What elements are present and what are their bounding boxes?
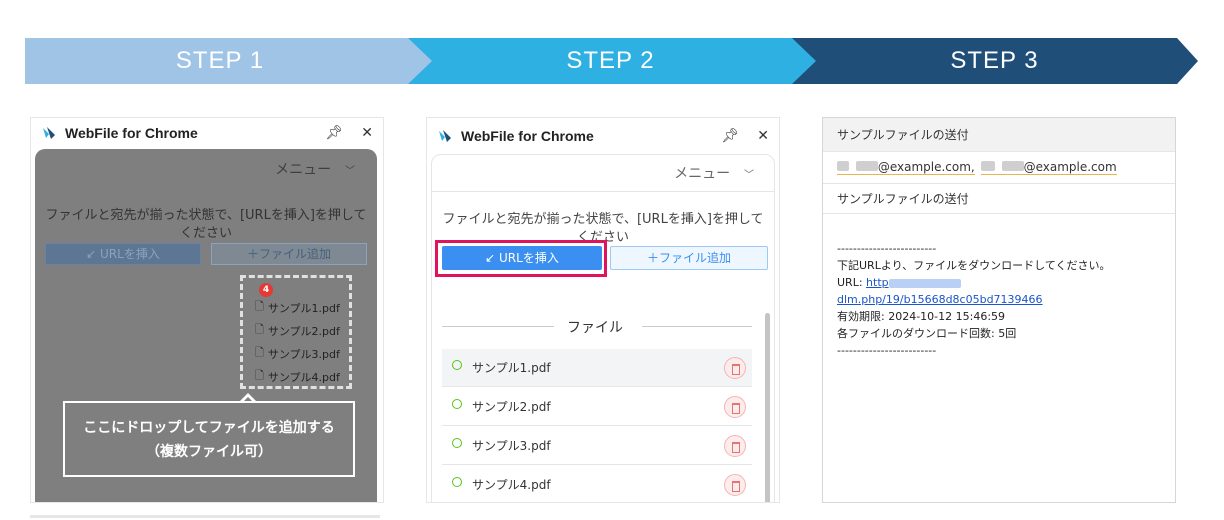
url-start: http (866, 276, 889, 289)
chevron-down-icon: ﹀ (744, 170, 754, 181)
file-name: サンプル2.pdf (267, 324, 340, 338)
redacted (855, 161, 878, 171)
redacted (980, 161, 995, 171)
recipient-2: @example.com (980, 160, 1117, 175)
callout-subtext: （複数ファイル可） (146, 444, 272, 460)
menu-dropdown[interactable]: メニュー ﹀ (275, 159, 355, 179)
drop-callout: ここにドロップしてファイルを追加する （複数ファイル可） (63, 401, 355, 477)
download-limit-line: 各ファイルのダウンロード回数: 5回 (837, 327, 1017, 340)
extension-body: メニュー ﹀ ファイルと宛先が揃った状態で、[URLを挿入]を押してください ↙… (431, 154, 775, 502)
email-header-subject: サンプルファイルの送付 (823, 118, 1175, 152)
file-name: サンプル3.pdf (472, 439, 551, 453)
trash-icon[interactable] (724, 396, 746, 418)
dragged-file: 🗋 サンプル1.pdf (255, 298, 340, 317)
check-circle-icon (452, 437, 462, 448)
step2-panel: WebFile for Chrome 📌︎ ✕ メニュー ﹀ ファイルと宛先が揃… (426, 117, 780, 503)
redacted (837, 161, 849, 171)
step1-panel: WebFile for Chrome 📌︎ ✕ メニュー ﹀ ファイルと宛先が揃… (30, 117, 384, 503)
instruction-text: ファイルと宛先が揃った状態で、[URLを挿入]を押してください (45, 208, 367, 241)
file-icon: 🗋 (255, 300, 264, 313)
file-count-badge: 4 (259, 283, 273, 297)
url-label: URL: (837, 276, 867, 289)
add-file-button[interactable]: ＋ファイル追加 (211, 243, 367, 265)
insert-url-button[interactable]: ↙ URLを挿入 (45, 243, 201, 265)
email-body[interactable]: ------------------------- 下記URLより、ファイルをダ… (837, 240, 1165, 359)
step3-panel: サンプルファイルの送付 @example.com, @example.com サ… (822, 117, 1176, 503)
download-link[interactable]: http dlm.php/19/b15668d8c05bd7139466 (837, 276, 1043, 306)
recipient-domain: @example.com (1023, 160, 1117, 174)
divider (432, 191, 774, 192)
file-row: サンプル3.pdf (442, 427, 752, 465)
file-name: サンプル4.pdf (472, 478, 551, 492)
file-name: サンプル3.pdf (267, 347, 340, 361)
step3-banner: STEP 3 (792, 38, 1202, 84)
trash-icon[interactable] (724, 474, 746, 496)
separator: ------------------------- (837, 242, 937, 255)
file-icon: 🗋 (255, 369, 264, 382)
url-end: dlm.php/19/b15668d8c05bd7139466 (837, 293, 1043, 306)
redacted (1001, 161, 1024, 171)
section-rule (642, 326, 752, 327)
dragged-files: 4 🗋 サンプル1.pdf 🗋 サンプル2.pdf 🗋 サンプル3.pdf 🗋 サンプル… (240, 275, 352, 389)
add-file-button[interactable]: ＋ファイル追加 (610, 246, 768, 270)
check-circle-icon (452, 359, 462, 370)
scrollbar[interactable] (765, 313, 770, 502)
trash-icon[interactable] (724, 435, 746, 457)
highlight-frame (435, 240, 607, 277)
file-icon: 🗋 (255, 346, 264, 359)
webfile-logo-icon (43, 127, 55, 139)
recipient-1: @example.com, (837, 160, 975, 175)
check-circle-icon (452, 476, 462, 487)
callout-text: ここにドロップしてファイルを追加する (83, 420, 335, 436)
file-name: サンプル1.pdf (472, 361, 551, 375)
extension-header: WebFile for Chrome 📌︎ ✕ (31, 118, 383, 148)
separator: ------------------------- (837, 344, 937, 357)
pin-icon[interactable]: 📌︎ (721, 129, 739, 143)
dragged-file: 🗋 サンプル3.pdf (255, 344, 340, 363)
step3-label: STEP 3 (950, 47, 1039, 74)
menu-dropdown[interactable]: メニュー ﹀ (674, 163, 754, 183)
extension-title: WebFile for Chrome (461, 128, 594, 144)
extension-title: WebFile for Chrome (65, 125, 198, 141)
close-icon[interactable]: ✕ (361, 126, 373, 140)
url-line: URL: http dlm.php/19/b15668d8c05bd7139466 (837, 274, 1165, 308)
webfile-logo-icon (439, 130, 451, 142)
email-to-row[interactable]: @example.com, @example.com (823, 152, 1175, 184)
file-name: サンプル4.pdf (267, 370, 340, 384)
check-circle-icon (452, 398, 462, 409)
recipient-domain: @example.com, (877, 160, 975, 174)
file-name: サンプル1.pdf (267, 301, 340, 315)
panel-divider (30, 515, 380, 518)
file-row: サンプル2.pdf (442, 388, 752, 426)
pin-icon[interactable]: 📌︎ (325, 126, 343, 140)
trash-icon[interactable] (724, 357, 746, 379)
file-name: サンプル2.pdf (472, 400, 551, 414)
email-subject[interactable]: サンプルファイルの送付 (823, 184, 1175, 214)
step1-label: STEP 1 (175, 47, 265, 74)
drop-overlay[interactable]: メニュー ﹀ ファイルと宛先が揃った状態で、[URLを挿入]を押してください ↙… (35, 149, 377, 502)
menu-label: メニュー (674, 165, 731, 181)
extension-header: WebFile for Chrome 📌︎ ✕ (427, 121, 779, 151)
file-row: サンプル1.pdf (442, 349, 752, 387)
close-icon[interactable]: ✕ (757, 129, 769, 143)
dragged-file: 🗋 サンプル2.pdf (255, 321, 340, 340)
step2-label: STEP 2 (566, 47, 655, 74)
redacted (888, 278, 961, 288)
step2-banner: STEP 2 (408, 38, 818, 84)
chevron-down-icon: ﹀ (345, 166, 355, 177)
expiry-line: 有効期限: 2024-10-12 15:46:59 (837, 310, 1006, 323)
body-line: 下記URLより、ファイルをダウンロードしてください。 (837, 259, 1111, 272)
files-section-title: ファイル (567, 320, 623, 336)
file-row: サンプル4.pdf (442, 466, 752, 502)
dragged-file: 🗋 サンプル4.pdf (255, 367, 340, 386)
file-icon: 🗋 (255, 323, 264, 336)
menu-label: メニュー (275, 161, 332, 177)
step1-banner: STEP 1 (25, 38, 435, 84)
